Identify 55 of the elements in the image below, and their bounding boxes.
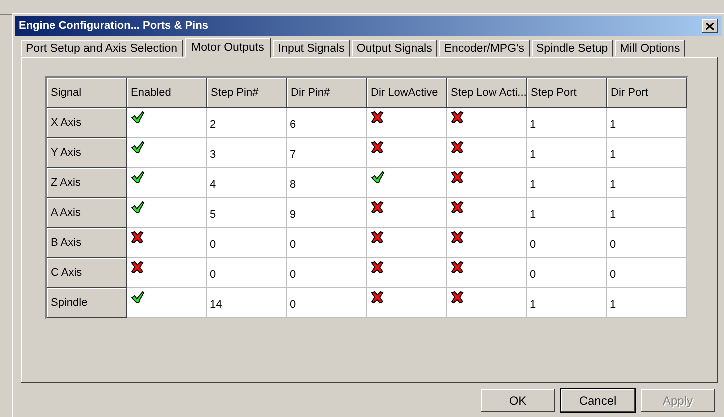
table-cell: 1	[527, 168, 607, 198]
table-cell: 1	[527, 138, 607, 168]
table-cell: 8	[287, 168, 367, 198]
table-cell: 5	[207, 198, 287, 228]
column-header[interactable]: Dir LowActive	[367, 78, 447, 108]
table-cell: 0	[207, 258, 287, 288]
column-header[interactable]: Step Port	[527, 78, 607, 108]
column-header[interactable]: Signal	[47, 78, 127, 108]
table-cell: 1	[527, 198, 607, 228]
column-header[interactable]: Enabled	[127, 78, 207, 108]
row-header: Y Axis	[47, 138, 127, 168]
tab[interactable]: Encoder/MPG's	[439, 40, 530, 57]
table-cell: 1	[527, 288, 607, 318]
window-title: Engine Configuration... Ports & Pins	[19, 20, 208, 32]
table-cell: 0	[287, 258, 367, 288]
row-header: C Axis	[47, 258, 127, 288]
row-header: Spindle	[47, 288, 127, 318]
row-header: Z Axis	[47, 168, 127, 198]
table-cell: 9	[287, 198, 367, 228]
close-button[interactable]	[702, 19, 718, 33]
table-cell: 0	[527, 228, 607, 258]
table-cell: 0	[607, 228, 687, 258]
table-cell: 0	[287, 228, 367, 258]
table-cell: 2	[207, 108, 287, 138]
row-header: A Axis	[47, 198, 127, 228]
dialog-button[interactable]: OK	[481, 389, 555, 412]
table-cell: 0	[287, 288, 367, 318]
table-cell: 1	[607, 168, 687, 198]
table-cell: 1	[527, 108, 607, 138]
column-header[interactable]: Step Low Acti...	[447, 78, 527, 108]
table-cell: 14	[207, 288, 287, 318]
table-cell: 4	[207, 168, 287, 198]
tab[interactable]: Output Signals	[352, 40, 438, 57]
close-icon	[706, 22, 714, 30]
dialog-button[interactable]: Cancel	[561, 389, 635, 412]
table-cell: 3	[207, 138, 287, 168]
table-cell: 7	[287, 138, 367, 168]
row-header: X Axis	[47, 108, 127, 138]
table-cell: 6	[287, 108, 367, 138]
table-cell: 0	[207, 228, 287, 258]
table-cell: 1	[607, 198, 687, 228]
table-cell: 0	[607, 258, 687, 288]
table-cell: 0	[527, 258, 607, 288]
tab[interactable]: Mill Options	[615, 40, 686, 57]
tab[interactable]: Motor Outputs	[184, 38, 272, 58]
table-cell: 1	[607, 288, 687, 318]
table-cell: 1	[607, 138, 687, 168]
row-header: B Axis	[47, 228, 127, 258]
tab[interactable]: Input Signals	[273, 40, 350, 57]
tab[interactable]: Port Setup and Axis Selection	[21, 40, 183, 57]
column-header[interactable]: Step Pin#	[207, 78, 287, 108]
tab[interactable]: Spindle Setup	[532, 40, 614, 57]
column-header[interactable]: Dir Port	[607, 78, 687, 108]
column-header[interactable]: Dir Pin#	[287, 78, 367, 108]
table-cell: 1	[607, 108, 687, 138]
